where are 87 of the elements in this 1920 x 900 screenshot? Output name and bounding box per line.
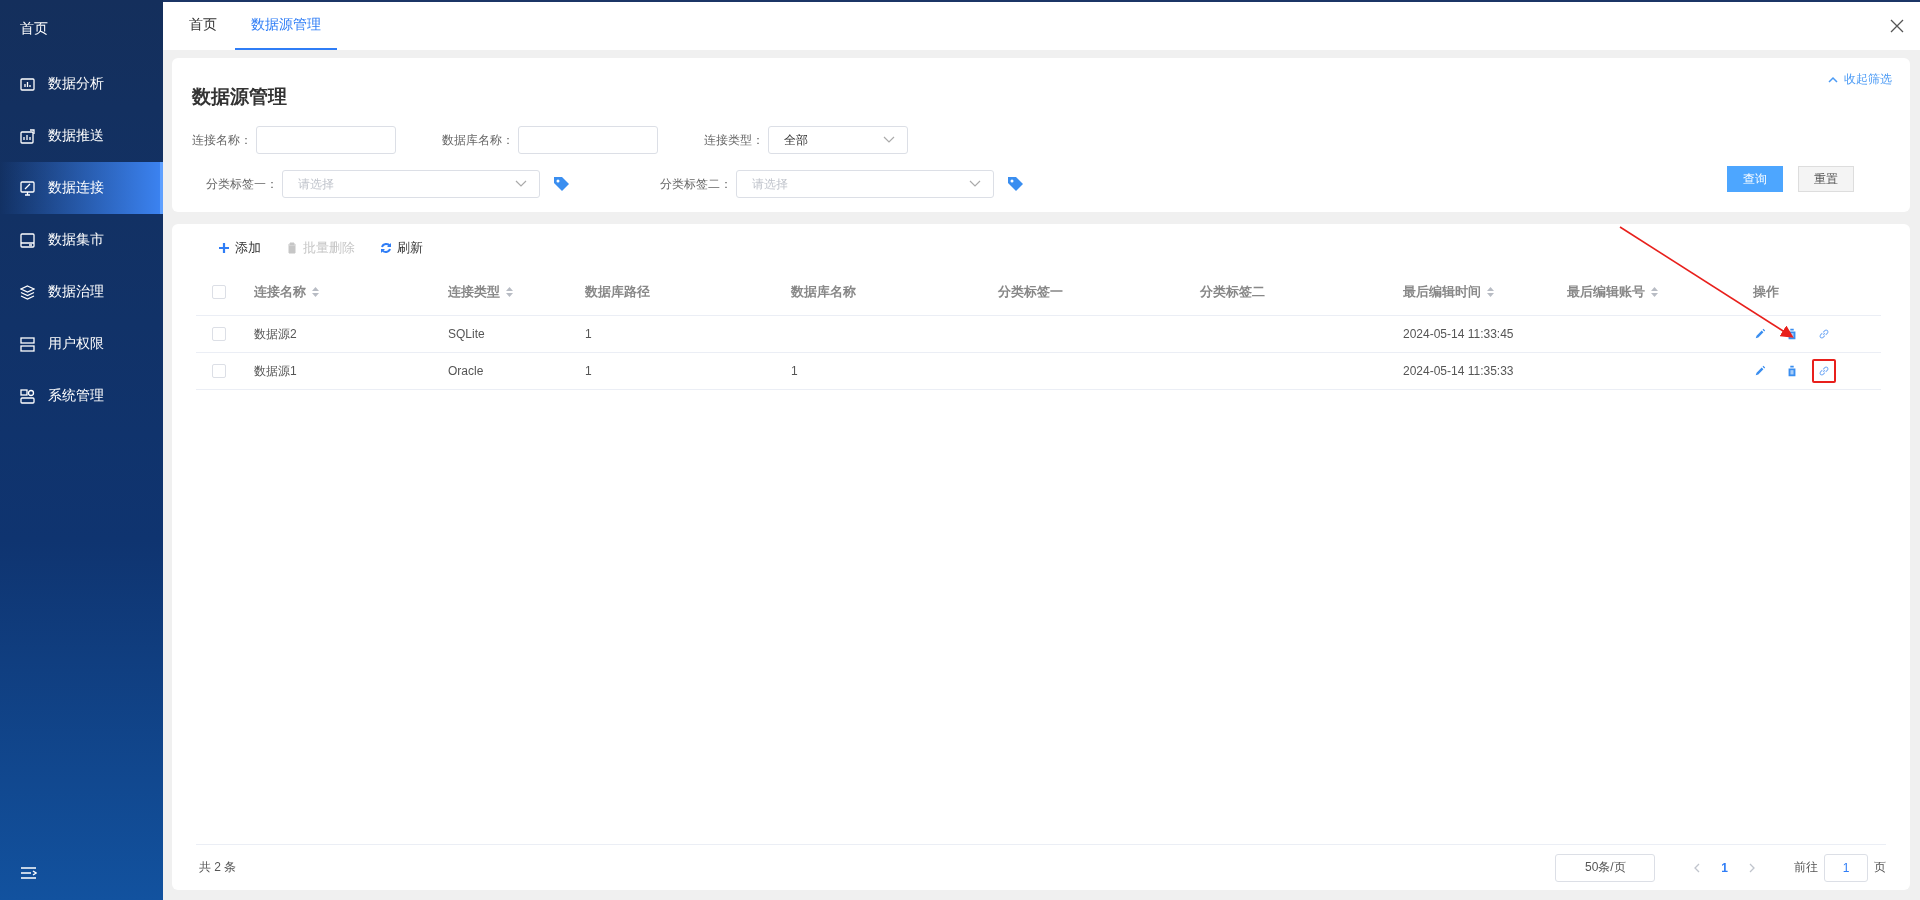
home-link[interactable]: 首页 bbox=[0, 0, 163, 58]
settings-icon bbox=[20, 388, 35, 404]
page-number[interactable]: 1 bbox=[1717, 860, 1732, 875]
column-header: 操作 bbox=[1753, 282, 1779, 301]
select-all-checkbox[interactable] bbox=[212, 284, 226, 299]
column-header: 连接类型 bbox=[448, 282, 500, 301]
sidebar-item[interactable]: 数据治理 bbox=[0, 266, 163, 318]
table-cell: Oracle bbox=[448, 364, 484, 378]
menu-icon[interactable] bbox=[20, 866, 37, 880]
trash-icon bbox=[1786, 365, 1798, 377]
goto-label: 前往 bbox=[1794, 859, 1818, 876]
sort-icon[interactable] bbox=[1650, 285, 1659, 298]
sidebar-label: 系统管理 bbox=[48, 387, 104, 405]
sidebar-item[interactable]: 系统管理 bbox=[0, 370, 163, 422]
tag-icon[interactable] bbox=[1006, 175, 1024, 193]
column-header: 数据库路径 bbox=[585, 282, 650, 301]
page-size-select[interactable]: 50条/页 bbox=[1555, 853, 1656, 882]
column-header: 数据库名称 bbox=[791, 282, 856, 301]
link-icon bbox=[1818, 328, 1830, 340]
sidebar-item[interactable]: 数据集市 bbox=[0, 214, 163, 266]
toolbar-button[interactable]: 刷新 bbox=[380, 239, 423, 257]
field-label: 连接类型： bbox=[704, 131, 764, 149]
table-cell: SQLite bbox=[448, 327, 485, 341]
chevron-up-icon bbox=[1828, 76, 1838, 83]
text-input[interactable] bbox=[518, 126, 658, 154]
table-cell: 1 bbox=[585, 364, 592, 378]
link-button[interactable] bbox=[1812, 359, 1836, 383]
page-suffix: 页 bbox=[1874, 859, 1886, 876]
table-cell: 数据源2 bbox=[254, 325, 297, 343]
sidebar-label: 数据分析 bbox=[48, 75, 104, 93]
tag-icon[interactable] bbox=[552, 175, 570, 193]
table-cell: 1 bbox=[791, 364, 798, 378]
table-cell: 1 bbox=[585, 327, 592, 341]
pencil-icon bbox=[1754, 365, 1766, 377]
sort-icon[interactable] bbox=[505, 285, 514, 298]
row-checkbox[interactable] bbox=[212, 327, 226, 341]
row-checkbox[interactable] bbox=[212, 364, 226, 378]
caret-icon bbox=[969, 180, 981, 188]
refresh-icon bbox=[380, 242, 392, 254]
column-header: 连接名称 bbox=[254, 282, 306, 301]
placeholder-text: 请选择 bbox=[298, 175, 334, 193]
sidebar-label: 用户权限 bbox=[48, 335, 104, 353]
sort-icon[interactable] bbox=[1486, 285, 1495, 298]
server-icon bbox=[20, 336, 35, 352]
monitor-icon bbox=[20, 180, 35, 196]
column-header: 最后编辑账号 bbox=[1567, 282, 1645, 301]
caret-icon bbox=[883, 136, 895, 144]
total-count: 共 2 条 bbox=[199, 859, 237, 876]
field-label: 分类标签一： bbox=[206, 175, 278, 193]
sort-icon[interactable] bbox=[311, 285, 320, 298]
column-header: 分类标签一 bbox=[998, 282, 1063, 301]
tab[interactable]: 首页 bbox=[171, 2, 235, 50]
bar-chart-icon bbox=[20, 76, 35, 92]
sidebar-label: 数据连接 bbox=[48, 179, 104, 197]
field-label: 连接名称： bbox=[192, 131, 252, 149]
sidebar-label: 数据治理 bbox=[48, 283, 104, 301]
tray-icon bbox=[20, 232, 35, 248]
tab[interactable]: 数据源管理 bbox=[235, 2, 337, 50]
select-field[interactable]: 全部 bbox=[768, 126, 908, 154]
sidebar-item[interactable]: 数据分析 bbox=[0, 58, 163, 110]
table-cell: 2024-05-14 11:35:33 bbox=[1403, 364, 1514, 378]
trash-icon bbox=[286, 242, 298, 254]
link-icon bbox=[1818, 365, 1830, 377]
column-header: 分类标签二 bbox=[1200, 282, 1265, 301]
trash-icon bbox=[1786, 328, 1798, 340]
plus-icon bbox=[218, 242, 230, 254]
sidebar-item[interactable]: 数据推送 bbox=[0, 110, 163, 162]
select-value: 全部 bbox=[784, 131, 808, 149]
placeholder-text: 请选择 bbox=[752, 175, 788, 193]
column-header: 最后编辑时间 bbox=[1403, 282, 1481, 301]
page-title: 数据源管理 bbox=[192, 85, 288, 109]
page-input[interactable]: 1 bbox=[1824, 853, 1868, 882]
pencil-icon bbox=[1754, 328, 1766, 340]
chart-export-icon bbox=[20, 128, 35, 144]
sidebar-label: 数据推送 bbox=[48, 127, 104, 145]
caret-icon bbox=[515, 180, 527, 188]
close-icon[interactable] bbox=[1890, 19, 1904, 33]
toolbar-button[interactable]: 添加 bbox=[218, 239, 261, 257]
sidebar-label: 数据集市 bbox=[48, 231, 104, 249]
table-cell: 数据源1 bbox=[254, 362, 297, 380]
layers-icon bbox=[20, 284, 35, 300]
field-label: 数据库名称： bbox=[442, 131, 514, 149]
text-input[interactable] bbox=[256, 126, 396, 154]
field-label: 分类标签二： bbox=[660, 175, 732, 193]
table-cell: 2024-05-14 11:33:45 bbox=[1403, 327, 1514, 341]
sidebar-item[interactable]: 用户权限 bbox=[0, 318, 163, 370]
reset-button[interactable]: 重置 bbox=[1798, 166, 1854, 192]
